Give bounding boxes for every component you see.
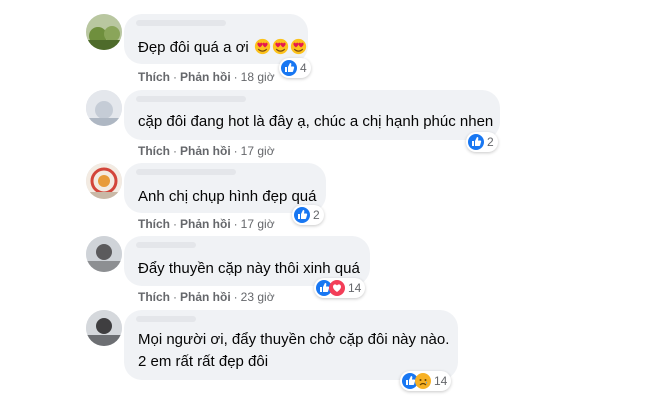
reply-link[interactable]: Phản hồi [180, 217, 231, 231]
comment-text: Đẩy thuyền cặp này thôi xinh quá [138, 260, 360, 277]
avatar[interactable] [86, 310, 122, 346]
reply-link[interactable]: Phản hồi [180, 290, 231, 304]
heart-eyes-emoji-icon [254, 38, 271, 55]
like-link[interactable]: Thích [138, 70, 170, 84]
comment-actions: Thích · Phản hồi · 17 giờ [138, 144, 275, 158]
timestamp[interactable]: 23 giờ [241, 290, 275, 304]
comment-bubble: Anh chị chụp hình đẹp quá [124, 163, 326, 213]
reply-link[interactable]: Phản hồi [180, 144, 231, 158]
reaction-count: 14 [348, 281, 362, 295]
avatar[interactable] [86, 14, 122, 50]
author-name-redacted[interactable] [136, 316, 196, 322]
timestamp[interactable]: 18 giờ [241, 70, 275, 84]
avatar[interactable] [86, 163, 122, 199]
reaction-summary[interactable]: 2 [292, 205, 324, 225]
love-reaction-icon [329, 280, 345, 296]
reaction-summary[interactable]: 2 [466, 132, 498, 152]
timestamp[interactable]: 17 giờ [241, 144, 275, 158]
timestamp[interactable]: 17 giờ [241, 217, 275, 231]
like-link[interactable]: Thích [138, 217, 170, 231]
comment-text: Anh chị chụp hình đẹp quá [138, 188, 317, 205]
like-reaction-icon [281, 60, 297, 76]
comment-bubble: cặp đôi đang hot là đây ạ, chúc a chị hạ… [124, 90, 500, 140]
comment-actions: Thích · Phản hồi · 17 giờ [138, 217, 275, 231]
like-link[interactable]: Thích [138, 144, 170, 158]
author-name-redacted[interactable] [136, 169, 236, 175]
comment-text: 2 em rất rất đẹp đôi [138, 353, 269, 370]
like-reaction-icon [294, 207, 310, 223]
reaction-summary[interactable]: 4 [279, 58, 311, 78]
heart-eyes-emoji-icon [272, 38, 289, 55]
avatar[interactable] [86, 90, 122, 126]
comment-actions: Thích · Phản hồi · 23 giờ [138, 290, 275, 304]
sad-reaction-icon [415, 373, 431, 389]
like-reaction-icon [468, 134, 484, 150]
reaction-count: 2 [313, 208, 320, 222]
reaction-count: 2 [487, 135, 494, 149]
comment-bubble: Đẹp đôi quá a ơi [124, 14, 308, 64]
reaction-summary[interactable]: 14 [400, 371, 452, 391]
reaction-count: 14 [434, 374, 448, 388]
author-name-redacted[interactable] [136, 20, 226, 26]
comment-text: Mọi người ơi, đẩy thuyền chở cặp đôi này… [138, 331, 450, 348]
author-name-redacted[interactable] [136, 96, 246, 102]
like-link[interactable]: Thích [138, 290, 170, 304]
avatar[interactable] [86, 236, 122, 272]
comment-actions: Thích · Phản hồi · 18 giờ [138, 70, 275, 84]
comment-bubble: Mọi người ơi, đẩy thuyền chở cặp đôi này… [124, 310, 458, 380]
reaction-count: 4 [300, 61, 307, 75]
reaction-summary[interactable]: 14 [314, 278, 366, 298]
comment-text: Đẹp đôi quá a ơi [138, 38, 307, 58]
comment-text: cặp đôi đang hot là đây ạ, chúc a chị hạ… [138, 113, 494, 130]
author-name-redacted[interactable] [136, 242, 196, 248]
heart-eyes-emoji-icon [290, 38, 307, 55]
reply-link[interactable]: Phản hồi [180, 70, 231, 84]
